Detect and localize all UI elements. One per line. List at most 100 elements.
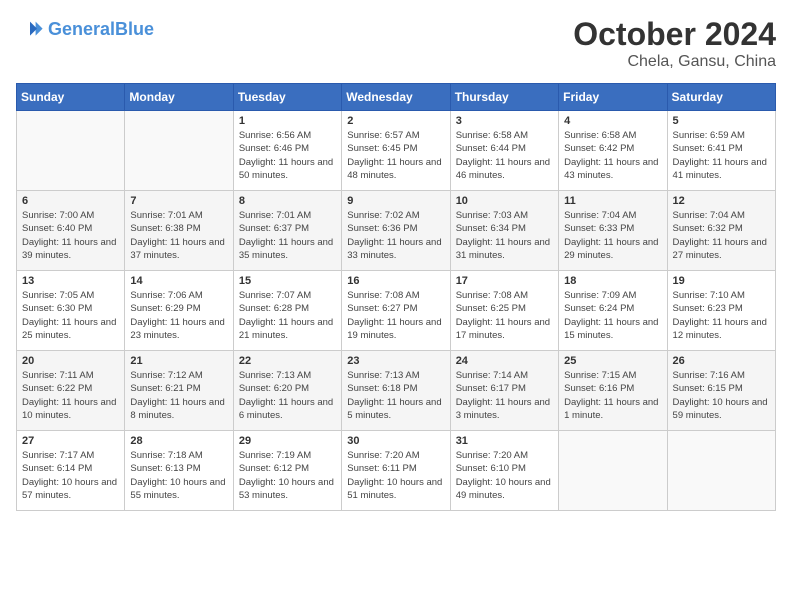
day-detail: Sunrise: 7:20 AM Sunset: 6:10 PM Dayligh… — [456, 449, 553, 502]
day-detail: Sunrise: 7:09 AM Sunset: 6:24 PM Dayligh… — [564, 289, 661, 342]
day-number: 4 — [564, 115, 661, 127]
logo-icon — [16, 16, 44, 44]
day-detail: Sunrise: 6:57 AM Sunset: 6:45 PM Dayligh… — [347, 129, 444, 182]
calendar-cell: 28 Sunrise: 7:18 AM Sunset: 6:13 PM Dayli… — [125, 431, 233, 511]
calendar-cell: 4 Sunrise: 6:58 AM Sunset: 6:42 PM Daylig… — [559, 111, 667, 191]
calendar-cell: 9Sunrise: 7:02 AM Sunset: 6:36 PM Daylig… — [342, 191, 450, 271]
calendar-cell: 23 Sunrise: 7:13 AM Sunset: 6:18 PM Dayli… — [342, 351, 450, 431]
day-number: 7 — [130, 195, 227, 207]
day-detail: Sunrise: 7:01 AM Sunset: 6:37 PM Dayligh… — [239, 209, 336, 262]
calendar-cell: 3Sunrise: 6:58 AM Sunset: 6:44 PM Daylig… — [450, 111, 558, 191]
weekday-header-sunday: Sunday — [17, 84, 125, 111]
day-detail: Sunrise: 7:06 AM Sunset: 6:29 PM Dayligh… — [130, 289, 227, 342]
day-detail: Sunrise: 7:01 AM Sunset: 6:38 PM Dayligh… — [130, 209, 227, 262]
weekday-header-friday: Friday — [559, 84, 667, 111]
calendar-cell — [125, 111, 233, 191]
day-number: 15 — [239, 275, 336, 287]
day-detail: Sunrise: 6:59 AM Sunset: 6:41 PM Dayligh… — [673, 129, 770, 182]
logo-text: GeneralBlue — [48, 20, 154, 40]
calendar-cell: 21Sunrise: 7:12 AM Sunset: 6:21 PM Dayli… — [125, 351, 233, 431]
calendar-cell: 10Sunrise: 7:03 AM Sunset: 6:34 PM Dayli… — [450, 191, 558, 271]
calendar-cell: 1 Sunrise: 6:56 AM Sunset: 6:46 PM Daylig… — [233, 111, 341, 191]
weekday-header-saturday: Saturday — [667, 84, 775, 111]
day-detail: Sunrise: 7:14 AM Sunset: 6:17 PM Dayligh… — [456, 369, 553, 422]
weekday-header-wednesday: Wednesday — [342, 84, 450, 111]
calendar-cell — [559, 431, 667, 511]
calendar-cell — [667, 431, 775, 511]
calendar-cell: 26 Sunrise: 7:16 AM Sunset: 6:15 PM Dayli… — [667, 351, 775, 431]
day-number: 6 — [22, 195, 119, 207]
day-detail: Sunrise: 7:15 AM Sunset: 6:16 PM Dayligh… — [564, 369, 661, 422]
day-detail: Sunrise: 7:05 AM Sunset: 6:30 PM Dayligh… — [22, 289, 119, 342]
day-detail: Sunrise: 7:13 AM Sunset: 6:18 PM Dayligh… — [347, 369, 444, 422]
day-detail: Sunrise: 7:20 AM Sunset: 6:11 PM Dayligh… — [347, 449, 444, 502]
calendar-cell: 30 Sunrise: 7:20 AM Sunset: 6:11 PM Dayli… — [342, 431, 450, 511]
day-detail: Sunrise: 7:18 AM Sunset: 6:13 PM Dayligh… — [130, 449, 227, 502]
calendar-cell: 15 Sunrise: 7:07 AM Sunset: 6:28 PM Dayli… — [233, 271, 341, 351]
day-number: 26 — [673, 355, 770, 367]
day-number: 19 — [673, 275, 770, 287]
day-number: 17 — [456, 275, 553, 287]
day-detail: Sunrise: 7:04 AM Sunset: 6:33 PM Dayligh… — [564, 209, 661, 262]
day-number: 25 — [564, 355, 661, 367]
calendar-week-row: 6 Sunrise: 7:00 AM Sunset: 6:40 PM Daylig… — [17, 191, 776, 271]
day-number: 9 — [347, 195, 444, 207]
calendar-cell: 13 Sunrise: 7:05 AM Sunset: 6:30 PM Dayli… — [17, 271, 125, 351]
day-detail: Sunrise: 6:56 AM Sunset: 6:46 PM Dayligh… — [239, 129, 336, 182]
day-number: 1 — [239, 115, 336, 127]
calendar-week-row: 20 Sunrise: 7:11 AM Sunset: 6:22 PM Dayli… — [17, 351, 776, 431]
day-number: 13 — [22, 275, 119, 287]
calendar-cell: 14 Sunrise: 7:06 AM Sunset: 6:29 PM Dayli… — [125, 271, 233, 351]
day-number: 10 — [456, 195, 553, 207]
calendar-cell: 7 Sunrise: 7:01 AM Sunset: 6:38 PM Daylig… — [125, 191, 233, 271]
logo: GeneralBlue — [16, 16, 154, 44]
calendar-week-row: 1 Sunrise: 6:56 AM Sunset: 6:46 PM Daylig… — [17, 111, 776, 191]
calendar-cell: 6 Sunrise: 7:00 AM Sunset: 6:40 PM Daylig… — [17, 191, 125, 271]
page-header: GeneralBlue October 2024 Chela, Gansu, C… — [16, 16, 776, 71]
calendar-cell: 25 Sunrise: 7:15 AM Sunset: 6:16 PM Dayli… — [559, 351, 667, 431]
day-number: 2 — [347, 115, 444, 127]
day-number: 11 — [564, 195, 661, 207]
day-detail: Sunrise: 7:16 AM Sunset: 6:15 PM Dayligh… — [673, 369, 770, 422]
calendar-cell: 22Sunrise: 7:13 AM Sunset: 6:20 PM Dayli… — [233, 351, 341, 431]
day-number: 24 — [456, 355, 553, 367]
calendar-cell: 12Sunrise: 7:04 AM Sunset: 6:32 PM Dayli… — [667, 191, 775, 271]
day-detail: Sunrise: 7:13 AM Sunset: 6:20 PM Dayligh… — [239, 369, 336, 422]
weekday-header-thursday: Thursday — [450, 84, 558, 111]
weekday-header-monday: Monday — [125, 84, 233, 111]
calendar-cell: 17Sunrise: 7:08 AM Sunset: 6:25 PM Dayli… — [450, 271, 558, 351]
calendar-cell: 24 Sunrise: 7:14 AM Sunset: 6:17 PM Dayli… — [450, 351, 558, 431]
day-number: 18 — [564, 275, 661, 287]
calendar-cell: 2 Sunrise: 6:57 AM Sunset: 6:45 PM Daylig… — [342, 111, 450, 191]
day-number: 30 — [347, 435, 444, 447]
weekday-header-row: SundayMondayTuesdayWednesdayThursdayFrid… — [17, 84, 776, 111]
day-number: 20 — [22, 355, 119, 367]
day-number: 12 — [673, 195, 770, 207]
location-title: Chela, Gansu, China — [573, 53, 776, 71]
day-detail: Sunrise: 7:07 AM Sunset: 6:28 PM Dayligh… — [239, 289, 336, 342]
day-number: 28 — [130, 435, 227, 447]
calendar-cell: 19 Sunrise: 7:10 AM Sunset: 6:23 PM Dayli… — [667, 271, 775, 351]
day-detail: Sunrise: 6:58 AM Sunset: 6:42 PM Dayligh… — [564, 129, 661, 182]
title-block: October 2024 Chela, Gansu, China — [573, 16, 776, 71]
calendar-cell: 11 Sunrise: 7:04 AM Sunset: 6:33 PM Dayli… — [559, 191, 667, 271]
day-number: 14 — [130, 275, 227, 287]
day-detail: Sunrise: 7:17 AM Sunset: 6:14 PM Dayligh… — [22, 449, 119, 502]
day-number: 21 — [130, 355, 227, 367]
day-number: 23 — [347, 355, 444, 367]
day-detail: Sunrise: 7:00 AM Sunset: 6:40 PM Dayligh… — [22, 209, 119, 262]
day-number: 31 — [456, 435, 553, 447]
month-title: October 2024 — [573, 16, 776, 53]
calendar-cell: 27Sunrise: 7:17 AM Sunset: 6:14 PM Dayli… — [17, 431, 125, 511]
calendar-week-row: 13 Sunrise: 7:05 AM Sunset: 6:30 PM Dayli… — [17, 271, 776, 351]
calendar-week-row: 27Sunrise: 7:17 AM Sunset: 6:14 PM Dayli… — [17, 431, 776, 511]
day-number: 29 — [239, 435, 336, 447]
calendar-cell: 18 Sunrise: 7:09 AM Sunset: 6:24 PM Dayli… — [559, 271, 667, 351]
day-detail: Sunrise: 7:08 AM Sunset: 6:27 PM Dayligh… — [347, 289, 444, 342]
day-detail: Sunrise: 7:10 AM Sunset: 6:23 PM Dayligh… — [673, 289, 770, 342]
calendar-cell: 20 Sunrise: 7:11 AM Sunset: 6:22 PM Dayli… — [17, 351, 125, 431]
day-detail: Sunrise: 7:11 AM Sunset: 6:22 PM Dayligh… — [22, 369, 119, 422]
calendar-cell: 8Sunrise: 7:01 AM Sunset: 6:37 PM Daylig… — [233, 191, 341, 271]
day-detail: Sunrise: 7:19 AM Sunset: 6:12 PM Dayligh… — [239, 449, 336, 502]
calendar-cell: 5Sunrise: 6:59 AM Sunset: 6:41 PM Daylig… — [667, 111, 775, 191]
